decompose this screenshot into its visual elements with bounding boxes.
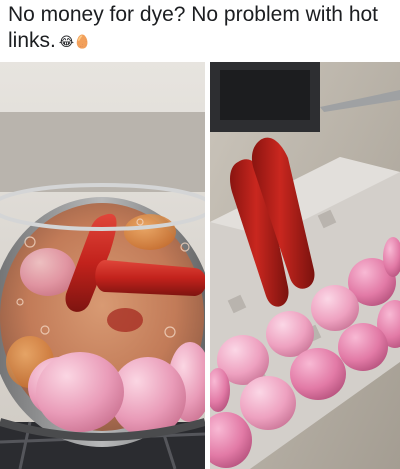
- post-caption: No money for dye? No problem with hot li…: [8, 2, 396, 55]
- social-post: No money for dye? No problem with hot li…: [0, 0, 400, 469]
- pot-photo[interactable]: [0, 62, 205, 469]
- laughing-egg-emoji-icon: 😂🥚: [58, 34, 91, 49]
- egg-carton-photo-image: [210, 62, 400, 469]
- egg-carton-photo[interactable]: [210, 62, 400, 469]
- pot-photo-image: [0, 62, 205, 469]
